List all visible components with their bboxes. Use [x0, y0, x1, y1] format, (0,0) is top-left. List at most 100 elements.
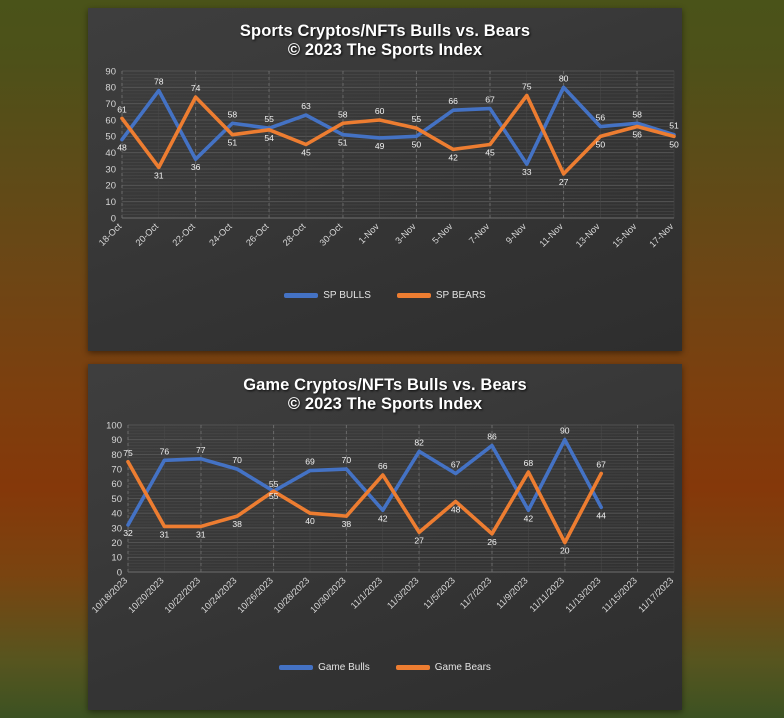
svg-text:13-Nov: 13-Nov [574, 221, 602, 249]
svg-text:10/22/2023: 10/22/2023 [163, 575, 203, 615]
svg-text:82: 82 [414, 437, 424, 447]
svg-text:40: 40 [305, 516, 315, 526]
svg-text:70: 70 [111, 464, 122, 475]
svg-text:42: 42 [448, 152, 458, 162]
svg-text:61: 61 [117, 104, 127, 114]
legend-swatch-sp-bears [396, 292, 431, 298]
legend-item-sp-bears[interactable]: SP BEARS [396, 289, 486, 301]
svg-text:11/7/2023: 11/7/2023 [458, 575, 493, 610]
svg-text:55: 55 [269, 491, 279, 501]
svg-text:50: 50 [596, 139, 606, 149]
svg-text:74: 74 [191, 83, 201, 93]
game-chart-svg: 01020304050607080901003276 77705569 704282… [90, 420, 676, 615]
svg-text:15-Nov: 15-Nov [611, 221, 639, 249]
svg-text:11/17/2023: 11/17/2023 [636, 575, 675, 614]
svg-text:9-Nov: 9-Nov [504, 221, 529, 246]
svg-text:67: 67 [596, 459, 606, 469]
svg-text:11/9/2023: 11/9/2023 [494, 575, 529, 610]
svg-text:56: 56 [596, 112, 606, 122]
svg-text:50: 50 [111, 494, 122, 505]
svg-text:11/13/2023: 11/13/2023 [564, 575, 603, 614]
svg-text:90: 90 [111, 435, 122, 446]
svg-text:60: 60 [111, 479, 122, 490]
svg-text:80: 80 [111, 450, 122, 461]
svg-text:28-Oct: 28-Oct [281, 221, 308, 248]
svg-text:55: 55 [412, 114, 422, 124]
svg-text:51: 51 [338, 138, 348, 148]
game-chart-title-line1: Game Cryptos/NFTs Bulls vs. Bears [243, 376, 527, 394]
legend-label-game-bulls: Game Bulls [318, 661, 370, 673]
svg-text:18-Oct: 18-Oct [97, 221, 124, 248]
svg-text:10/28/2023: 10/28/2023 [272, 575, 312, 615]
svg-text:77: 77 [196, 445, 206, 455]
svg-text:42: 42 [378, 513, 388, 523]
svg-text:55: 55 [269, 479, 279, 489]
svg-text:66: 66 [378, 461, 388, 471]
svg-text:30: 30 [105, 164, 116, 175]
svg-text:86: 86 [487, 432, 497, 442]
svg-text:38: 38 [342, 519, 352, 529]
svg-text:63: 63 [301, 101, 311, 111]
svg-text:49: 49 [375, 141, 385, 151]
svg-text:70: 70 [105, 99, 116, 110]
svg-text:11/15/2023: 11/15/2023 [600, 575, 639, 614]
svg-text:30-Oct: 30-Oct [318, 221, 345, 248]
svg-text:60: 60 [105, 115, 116, 126]
sports-chart-plot-area: 0 10 20 30 40 50 60 70 80 90 48 78 36 58 55 63 51 49 50 66 6… [88, 61, 682, 286]
svg-text:56: 56 [632, 129, 642, 139]
svg-text:20: 20 [560, 546, 570, 556]
svg-text:45: 45 [485, 147, 495, 157]
svg-text:1-Nov: 1-Nov [357, 221, 382, 246]
game-chart-legend: Game Bulls Game Bears [88, 662, 682, 673]
svg-text:80: 80 [105, 83, 116, 94]
svg-text:50: 50 [669, 139, 679, 149]
svg-text:26-Oct: 26-Oct [244, 221, 271, 248]
svg-text:31: 31 [160, 529, 170, 539]
svg-text:60: 60 [375, 106, 385, 116]
svg-text:76: 76 [160, 446, 170, 456]
svg-text:27: 27 [414, 535, 424, 545]
legend-swatch-sp-bulls [284, 292, 319, 298]
svg-text:50: 50 [412, 139, 422, 149]
sports-chart-panel: Sports Cryptos/NFTs Bulls vs. Bears © 20… [88, 8, 682, 351]
svg-text:67: 67 [451, 459, 461, 469]
legend-item-game-bears[interactable]: Game Bears [395, 662, 491, 673]
svg-text:66: 66 [448, 96, 458, 106]
svg-text:32: 32 [123, 528, 133, 538]
svg-text:75: 75 [522, 81, 532, 91]
legend-item-game-bulls[interactable]: Game Bulls [279, 662, 370, 673]
svg-text:22-Oct: 22-Oct [170, 221, 197, 248]
legend-item-sp-bulls[interactable]: SP BULLS [284, 290, 371, 301]
legend-label-sp-bears: SP BEARS [435, 289, 486, 301]
svg-text:58: 58 [632, 109, 642, 119]
sports-chart-svg: 010203040506070809048783658 556351 49 5066 6… [97, 66, 679, 249]
svg-text:10/18/2023: 10/18/2023 [90, 575, 130, 615]
svg-text:55: 55 [264, 114, 274, 124]
svg-text:5-Nov: 5-Nov [430, 221, 455, 246]
svg-text:58: 58 [338, 109, 348, 119]
svg-text:70: 70 [232, 455, 242, 465]
svg-text:10/24/2023: 10/24/2023 [199, 575, 239, 615]
svg-text:69: 69 [305, 457, 315, 467]
svg-text:75: 75 [123, 448, 133, 458]
svg-text:51: 51 [228, 138, 238, 148]
svg-text:80: 80 [559, 73, 569, 83]
svg-text:24-Oct: 24-Oct [207, 221, 234, 248]
svg-text:44: 44 [596, 510, 606, 520]
svg-text:20: 20 [105, 181, 116, 192]
svg-text:11/3/2023: 11/3/2023 [385, 575, 420, 610]
svg-text:36: 36 [191, 162, 201, 172]
svg-text:42: 42 [524, 513, 534, 523]
svg-text:10: 10 [111, 553, 122, 564]
svg-text:68: 68 [524, 458, 534, 468]
svg-text:26: 26 [487, 537, 497, 547]
svg-text:54: 54 [264, 133, 274, 143]
sports-chart-title-line1: Sports Cryptos/NFTs Bulls vs. Bears [239, 22, 531, 40]
svg-text:11/5/2023: 11/5/2023 [422, 575, 457, 610]
svg-text:38: 38 [232, 519, 242, 529]
svg-text:48: 48 [451, 504, 461, 514]
svg-text:48: 48 [117, 143, 127, 153]
svg-text:90: 90 [105, 66, 116, 77]
game-chart-title-line2: © 2023 The Sports Index [287, 395, 483, 414]
svg-text:3-Nov: 3-Nov [393, 221, 418, 246]
